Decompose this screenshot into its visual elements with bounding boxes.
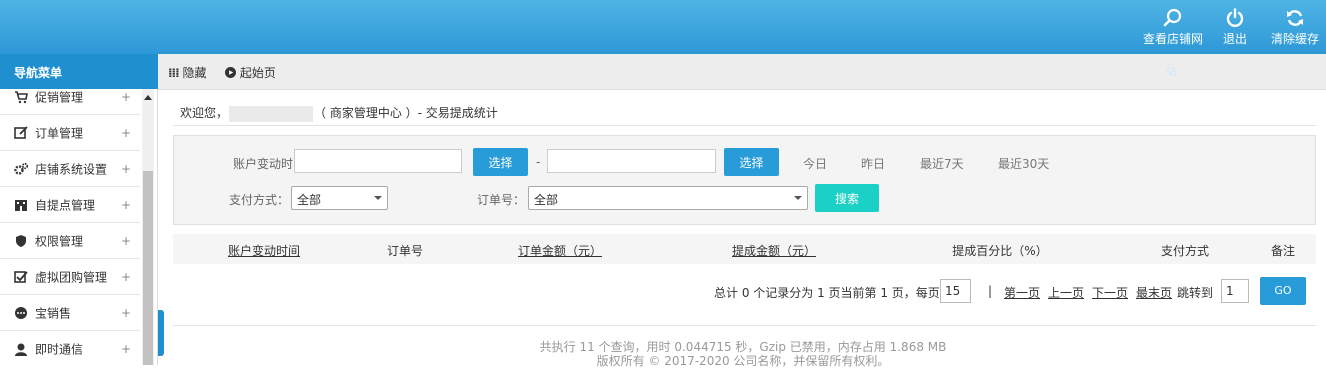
- col-commission-percent: 提成百分比（%）: [952, 244, 1048, 258]
- sidebar-scroll-thumb[interactable]: [143, 171, 153, 365]
- col-change-time[interactable]: 账户变动时间: [228, 242, 300, 259]
- order-no-select[interactable]: 全部: [528, 186, 808, 210]
- sidebar-item-label: 权限管理: [35, 234, 84, 248]
- chevron-down-icon: [374, 196, 382, 200]
- welcome-suffix: （ 商家管理中心 ）- 交易提成统计: [314, 106, 498, 120]
- end-select-button[interactable]: 选择: [724, 148, 779, 176]
- pay-method-value: 全部: [297, 193, 322, 207]
- start-time-input[interactable]: [294, 149, 462, 173]
- order-no-label: 订单号：: [477, 193, 526, 207]
- expand-icon: +: [121, 125, 132, 140]
- sidebar-item-permissions[interactable]: 权限管理 +: [0, 223, 140, 259]
- edit-icon: [14, 125, 28, 139]
- expand-icon: +: [121, 161, 132, 176]
- col-order-amount[interactable]: 订单金额（元）: [518, 242, 602, 259]
- cart-icon: [15, 90, 28, 103]
- expand-icon: +: [121, 269, 132, 284]
- hide-label: 隐藏: [182, 66, 207, 80]
- quick-today[interactable]: 今日: [803, 155, 827, 172]
- pager-summary: 总计 0 个记录分为 1 页当前第 1 页，每页: [714, 286, 940, 300]
- sidebar-item-label: 虚拟团购管理: [35, 270, 108, 284]
- start-page-label: 起始页: [239, 66, 276, 80]
- shield-icon: [16, 234, 26, 247]
- breadcrumb: 欢迎您， （ 商家管理中心 ）- 交易提成统计: [180, 104, 498, 122]
- expand-icon: +: [121, 305, 132, 320]
- chevron-down-icon: [794, 196, 802, 200]
- tab-start-page[interactable]: 起始页: [225, 64, 276, 81]
- quick-last-7-days[interactable]: 最近7天: [920, 155, 964, 172]
- sidebar-item-shop-settings[interactable]: 店铺系统设置 +: [0, 151, 140, 187]
- sidebar-item-promotion[interactable]: 促销管理 +: [0, 89, 140, 115]
- col-commission-amount[interactable]: 提成金额（元）: [732, 242, 816, 259]
- sidebar-item-label: 促销管理: [35, 90, 84, 104]
- search-icon: [1163, 8, 1182, 27]
- per-page-input[interactable]: 15: [940, 279, 971, 303]
- sidebar-item-label: 宝销售: [35, 306, 72, 320]
- col-pay-method: 支付方式: [1160, 244, 1210, 258]
- hide-sidebar-button[interactable]: ⁞⁞⁞ 隐藏: [168, 64, 207, 81]
- view-shop-label: 查看店铺网: [1142, 32, 1203, 46]
- header-link-hint: 站: [1166, 65, 1177, 78]
- range-separator: -: [536, 155, 541, 169]
- sidebar-item-label: 自提点管理: [35, 198, 96, 212]
- chat-icon: [15, 306, 27, 319]
- jump-page-input[interactable]: 1: [1221, 279, 1249, 303]
- pay-method-label: 支付方式：: [229, 193, 290, 207]
- logout-label: 退出: [1222, 32, 1247, 46]
- sidebar-item-virtual-group[interactable]: 虚拟团购管理 +: [0, 259, 140, 295]
- divider: [173, 325, 1316, 326]
- username-redacted: [229, 105, 314, 122]
- clear-cache-button[interactable]: 清除缓存: [1270, 8, 1320, 47]
- pager-separator: |: [988, 284, 993, 298]
- scroll-up-icon[interactable]: [144, 95, 152, 100]
- col-order-no: 订单号: [386, 244, 424, 258]
- clear-cache-label: 清除缓存: [1270, 32, 1319, 46]
- sidebar-item-orders[interactable]: 订单管理 +: [0, 115, 140, 151]
- sidebar-title: 导航菜单: [0, 54, 158, 89]
- sidebar-item-label: 店铺系统设置: [35, 162, 108, 176]
- expand-icon: +: [121, 89, 132, 104]
- gears-icon: [14, 162, 28, 175]
- logout-button[interactable]: 退出: [1219, 8, 1251, 47]
- sidebar-item-label: 订单管理: [35, 126, 84, 140]
- expand-icon: +: [121, 197, 132, 212]
- sidebar-item-pickup[interactable]: 自提点管理 +: [0, 187, 140, 223]
- building-icon: [15, 199, 27, 211]
- search-button[interactable]: 搜索: [815, 184, 879, 212]
- welcome-prefix: 欢迎您，: [180, 106, 229, 120]
- pager-first[interactable]: 第一页: [1004, 284, 1040, 301]
- pay-method-select[interactable]: 全部: [291, 186, 388, 210]
- go-button[interactable]: GO: [1260, 277, 1306, 305]
- checkbox-icon: [14, 270, 28, 283]
- table-header: 账户变动时间 订单号 订单金额（元） 提成金额（元） 提成百分比（%） 支付方式…: [173, 234, 1316, 264]
- col-remark: 备注: [1270, 244, 1296, 258]
- quick-yesterday[interactable]: 昨日: [861, 155, 885, 172]
- order-no-value: 全部: [534, 193, 559, 207]
- end-time-input[interactable]: [547, 149, 716, 173]
- view-shop-button[interactable]: 查看店铺网: [1142, 8, 1204, 47]
- pager-last[interactable]: 最末页: [1136, 284, 1172, 301]
- power-icon: [1226, 8, 1244, 27]
- pager-jump-label: 跳转到: [1177, 286, 1214, 300]
- sidebar-item-bao-sales[interactable]: 宝销售 +: [0, 295, 140, 331]
- refresh-icon: [1287, 10, 1303, 26]
- start-select-button[interactable]: 选择: [473, 148, 528, 176]
- top-bar: 查看店铺网 退出 清除缓存: [0, 0, 1326, 54]
- footer-copyright: 版权所有 © 2017-2020 公司名称，并保留所有权利。: [596, 354, 890, 368]
- play-circle-icon: [225, 67, 236, 78]
- tab-bar: ⁞⁞⁞ 隐藏 起始页: [158, 54, 1326, 90]
- sidebar: 促销管理 + 订单管理 + 店铺系统设置 + 自提点管理 + 权限管理 + 虚拟…: [0, 89, 158, 365]
- pager-prev[interactable]: 上一页: [1048, 284, 1084, 301]
- quick-last-30-days[interactable]: 最近30天: [998, 155, 1049, 172]
- pager-next[interactable]: 下一页: [1092, 284, 1128, 301]
- divider: [173, 125, 1316, 126]
- bars-icon: ⁞⁞⁞: [168, 66, 180, 80]
- expand-icon: +: [121, 233, 132, 248]
